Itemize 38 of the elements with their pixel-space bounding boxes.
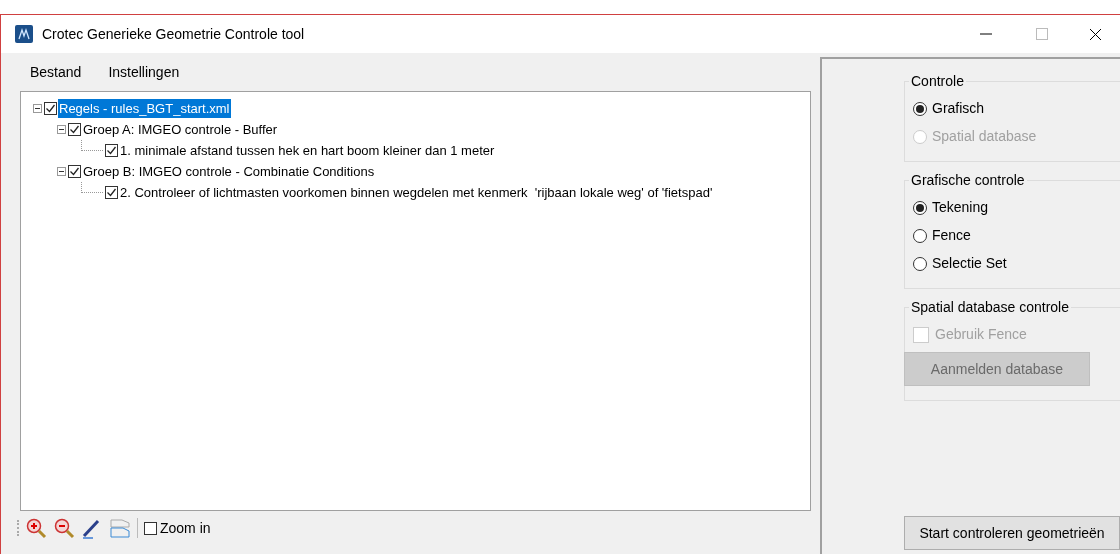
checkbox[interactable] (68, 165, 81, 178)
radio-button[interactable] (913, 256, 927, 271)
app-logo-icon (15, 25, 33, 43)
tree-item[interactable]: Groep B: IMGEO controle - Combinatie Conditions (82, 161, 376, 182)
window-title: Crotec Generieke Geometrie Controle tool (42, 24, 305, 44)
checkbox[interactable] (44, 102, 57, 115)
checkbox-label: Gebruik Fence (935, 325, 1027, 344)
radio-label: Fence (932, 226, 971, 245)
radio-button[interactable] (913, 228, 927, 243)
tree-item[interactable]: Groep A: IMGEO controle - Buffer (82, 119, 279, 140)
group-title: Grafische controle (910, 171, 1026, 190)
radio-label: Selectie Set (932, 254, 1007, 273)
radio-button[interactable] (913, 101, 927, 116)
group-title: Controle (910, 72, 965, 91)
collapse-toggle-icon[interactable] (57, 125, 66, 134)
menu-item[interactable]: Bestand (21, 61, 91, 83)
collapse-toggle-icon[interactable] (57, 167, 66, 176)
tree-item[interactable]: 2. Controleer of lichtmasten voorkomen binnen wegdelen met kenmerk 'rijbaan lokale weg' of 'fietspad' (119, 182, 714, 203)
radio-button[interactable] (913, 200, 927, 215)
collapse-toggle-icon[interactable] (33, 104, 42, 113)
start-check-button[interactable]: Start controleren geometrieën (904, 516, 1120, 550)
menu-item[interactable]: Instellingen (99, 61, 189, 83)
minimize-icon (980, 33, 992, 35)
checkbox-label: Zoom in (160, 518, 211, 538)
checkbox[interactable] (105, 144, 118, 157)
radio-label: Spatial database (932, 127, 1037, 146)
group-title: Spatial database controle (910, 298, 1070, 317)
zoom-out-icon[interactable] (53, 517, 75, 539)
tree-item[interactable]: Regels - rules_BGT_start.xml (58, 98, 231, 119)
checkbox[interactable] (105, 186, 118, 199)
radio-label: Grafisch (932, 99, 985, 118)
tree-item[interactable]: 1. minimale afstand tussen hek en hart boom kleiner dan 1 meter (119, 140, 496, 161)
radio-label: Tekening (932, 198, 989, 217)
checkbox[interactable] (68, 123, 81, 136)
maximize-icon (1036, 28, 1048, 40)
checkbox[interactable] (144, 521, 157, 535)
close-icon (1088, 27, 1102, 41)
zoom-in-icon[interactable] (25, 517, 47, 539)
